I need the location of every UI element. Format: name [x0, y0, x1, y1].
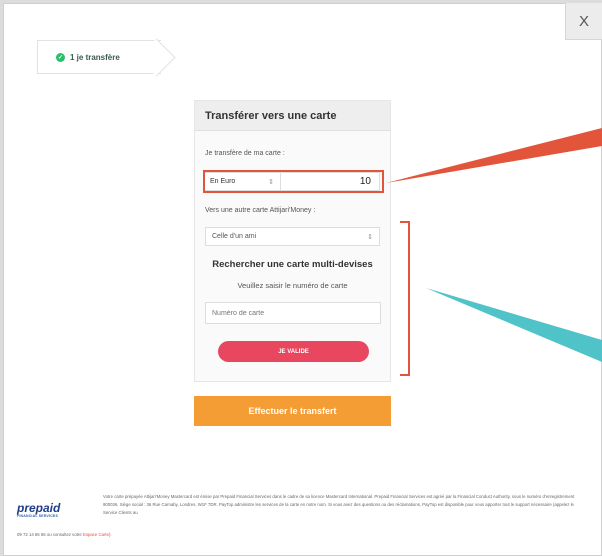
step-label: 1 je transfère — [70, 52, 120, 62]
prepaid-logo: prepaid FINANCIAL SERVICES — [17, 501, 61, 518]
red-arrow — [386, 128, 602, 183]
footer: prepaid FINANCIAL SERVICES Votre carte p… — [17, 487, 587, 543]
annotation-arrows — [386, 128, 602, 362]
teal-arrow — [426, 288, 602, 362]
legal-text: Votre carte prépayée Attijari'Money Mast… — [103, 494, 575, 515]
espace-carte-link[interactable]: Espace Carte — [83, 532, 109, 537]
legal-tail: 09 72 14 66 66 ou consultez votre Espace… — [17, 532, 112, 537]
check-circle-icon: ✓ — [56, 52, 65, 62]
